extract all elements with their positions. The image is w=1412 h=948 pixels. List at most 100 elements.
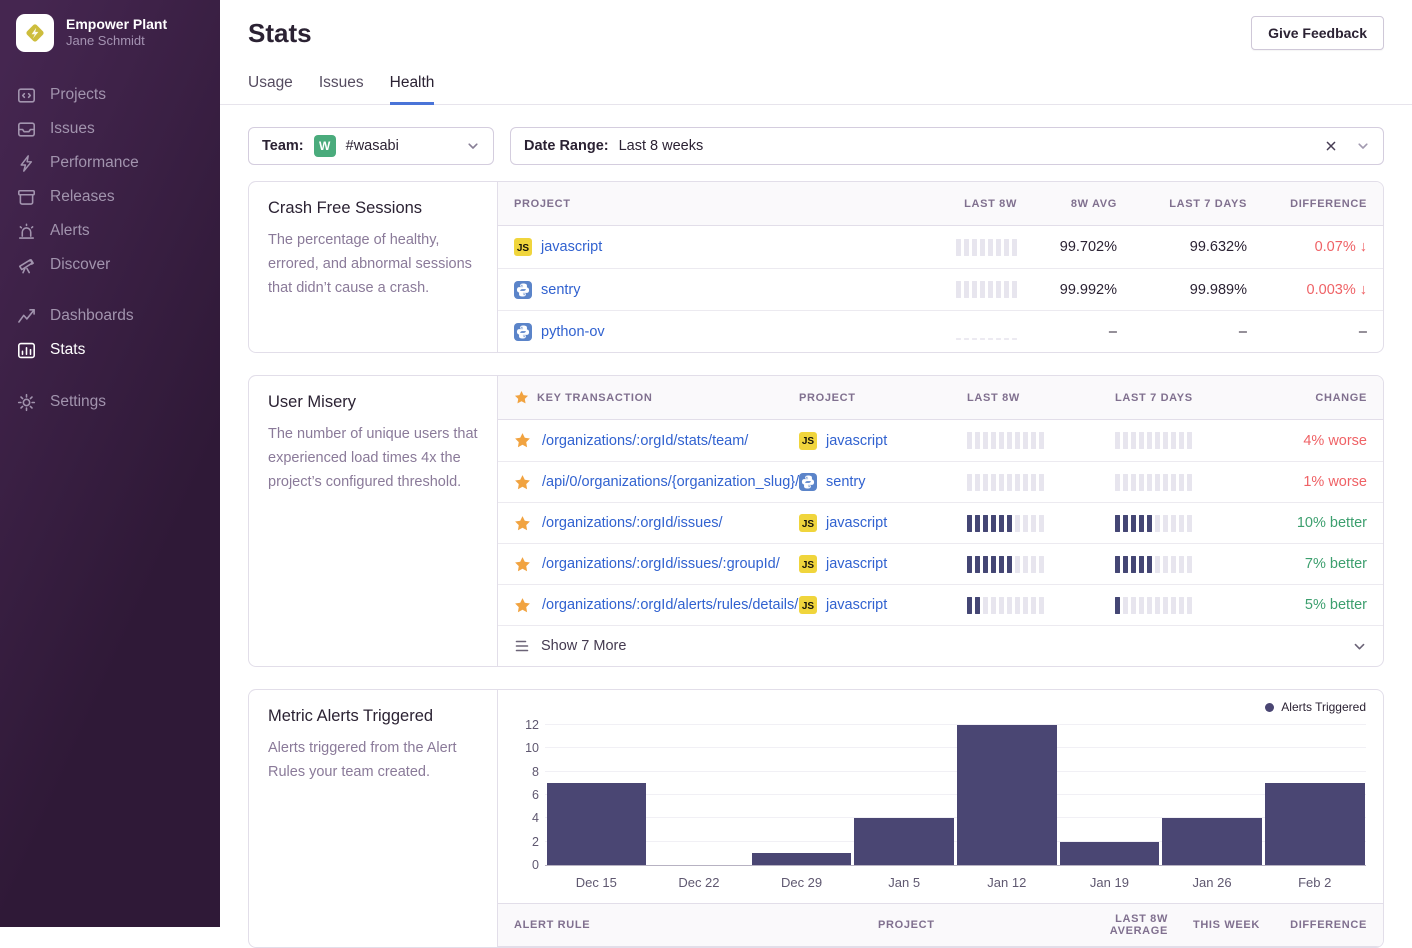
team-label: Team:: [262, 138, 304, 154]
sidebar-item-projects[interactable]: Projects: [0, 78, 220, 112]
difference-cell: 0.003% ↓: [1247, 282, 1367, 298]
project-link[interactable]: sentry: [541, 282, 581, 298]
javascript-icon: JS: [799, 432, 817, 450]
star-icon[interactable]: [514, 474, 531, 491]
change-value: 5% better: [1305, 597, 1367, 613]
table-row: /organizations/:orgId/issues/JSjavascrip…: [498, 502, 1383, 543]
star-icon[interactable]: [514, 432, 531, 449]
bar: [1060, 842, 1160, 865]
bar-chart-icon: [17, 341, 36, 360]
show-more-button[interactable]: Show 7 More: [498, 625, 1383, 666]
difference-value: 0.07% ↓: [1315, 239, 1367, 255]
column-header-last-7-days: LAST 7 DAYS: [1115, 392, 1265, 404]
team-value: #wasabi: [346, 138, 399, 154]
transaction-link[interactable]: /organizations/:orgId/issues/:groupId/: [542, 556, 780, 572]
sparkline: [1115, 556, 1265, 573]
x-axis-tick-label: Dec 29: [750, 875, 853, 890]
project-cell: sentry: [514, 281, 897, 299]
legend-dot: [1265, 703, 1274, 712]
sparkline: [967, 515, 1115, 532]
sidebar-nav: Projects Issues Performance Releases Ale…: [0, 78, 220, 419]
transaction-link[interactable]: /api/0/organizations/{organization_slug}…: [542, 474, 799, 490]
x-axis-tick-label: Jan 12: [956, 875, 1059, 890]
sparkline: [956, 323, 1017, 340]
x-axis-tick-label: Feb 2: [1263, 875, 1366, 890]
sidebar-item-alerts[interactable]: Alerts: [0, 214, 220, 248]
sidebar-item-stats[interactable]: Stats: [0, 333, 220, 367]
change-value: 7% better: [1305, 556, 1367, 572]
sidebar-item-releases[interactable]: Releases: [0, 180, 220, 214]
table-row: /organizations/:orgId/alerts/rules/detai…: [498, 584, 1383, 625]
bar-group: [750, 726, 853, 865]
table-row: /organizations/:orgId/stats/team/JS javas…: [498, 420, 1383, 461]
sidebar-item-label: Stats: [50, 341, 85, 359]
give-feedback-button[interactable]: Give Feedback: [1251, 16, 1384, 50]
transaction-link[interactable]: /organizations/:orgId/issues/: [542, 515, 723, 531]
last-7-days-cell: [1115, 556, 1265, 573]
transaction-link[interactable]: /organizations/:orgId/stats/team/: [542, 433, 748, 449]
tab-issues[interactable]: Issues: [319, 74, 364, 105]
star-icon[interactable]: [514, 597, 531, 614]
sparkline: [967, 597, 1115, 614]
column-header-difference: DIFFERENCE: [1260, 919, 1367, 931]
sparkline: [1115, 474, 1265, 491]
org-header[interactable]: Empower Plant Jane Schmidt: [0, 0, 220, 52]
y-axis-tick-label: 6: [513, 788, 539, 802]
projects-icon: [17, 86, 36, 105]
last-8w-cell: [967, 432, 1115, 449]
alerts-triggered-chart: Alerts Triggered 024681012 Dec 15Dec 22D…: [498, 690, 1383, 947]
python-icon: [514, 323, 532, 341]
difference-cell: 0.07% ↓: [1247, 239, 1367, 255]
chevron-down-icon[interactable]: [1356, 139, 1370, 153]
sidebar-item-settings[interactable]: Settings: [0, 385, 220, 419]
column-header-difference: DIFFERENCE: [1247, 198, 1367, 210]
transaction-cell: /api/0/organizations/{organization_slug}…: [514, 474, 799, 491]
project-link[interactable]: sentry: [826, 474, 866, 490]
project-link[interactable]: javascript: [826, 433, 887, 449]
star-icon: [514, 390, 529, 405]
metric-alerts-panel: Metric Alerts Triggered Alerts triggered…: [248, 689, 1384, 948]
bar-group: [1263, 726, 1366, 865]
project-link[interactable]: python-ov: [541, 324, 605, 340]
sparkline: [1115, 515, 1265, 532]
sidebar-item-issues[interactable]: Issues: [0, 112, 220, 146]
bar: [1265, 783, 1365, 865]
bar-group: [1058, 726, 1161, 865]
star-icon[interactable]: [514, 515, 531, 532]
project-cell: JS javascript: [799, 432, 967, 450]
tab-usage[interactable]: Usage: [248, 74, 293, 105]
project-link[interactable]: javascript: [541, 239, 602, 255]
project-link[interactable]: javascript: [826, 515, 887, 531]
project-link[interactable]: javascript: [826, 597, 887, 613]
org-avatar: [16, 14, 54, 52]
clear-date-icon[interactable]: [1324, 139, 1338, 153]
project-link[interactable]: javascript: [826, 556, 887, 572]
last-7-days-cell: –: [1117, 324, 1247, 340]
team-selector[interactable]: Team: W #wasabi: [248, 127, 494, 165]
column-header-project: PROJECT: [514, 198, 897, 210]
table-row: /api/0/organizations/{organization_slug}…: [498, 461, 1383, 502]
org-user-block: Empower Plant Jane Schmidt: [66, 16, 167, 50]
tab-health[interactable]: Health: [390, 74, 435, 105]
panel-title: User Misery: [268, 393, 478, 412]
bar: [547, 783, 647, 865]
javascript-icon: JS: [514, 238, 532, 256]
x-axis-tick-label: Dec 15: [545, 875, 648, 890]
bar: [752, 853, 852, 865]
sidebar-item-performance[interactable]: Performance: [0, 146, 220, 180]
column-header-change: CHANGE: [1265, 392, 1367, 404]
list-icon: [514, 638, 530, 654]
chart-legend[interactable]: Alerts Triggered: [1265, 700, 1366, 714]
table-row: sentry99.992%99.989%0.003% ↓: [498, 268, 1383, 310]
sidebar-item-dashboards[interactable]: Dashboards: [0, 299, 220, 333]
date-range-selector[interactable]: Date Range: Last 8 weeks: [510, 127, 1384, 165]
project-cell: sentry: [799, 473, 967, 491]
column-header-this-week: THIS WEEK: [1168, 919, 1260, 931]
sidebar-item-discover[interactable]: Discover: [0, 248, 220, 282]
last-7-days-cell: [1115, 515, 1265, 532]
project-cell: JS javascript: [514, 238, 897, 256]
star-icon[interactable]: [514, 556, 531, 573]
bar-group: [545, 726, 648, 865]
difference-value: 0.003% ↓: [1307, 282, 1367, 298]
transaction-link[interactable]: /organizations/:orgId/alerts/rules/detai…: [542, 597, 799, 613]
